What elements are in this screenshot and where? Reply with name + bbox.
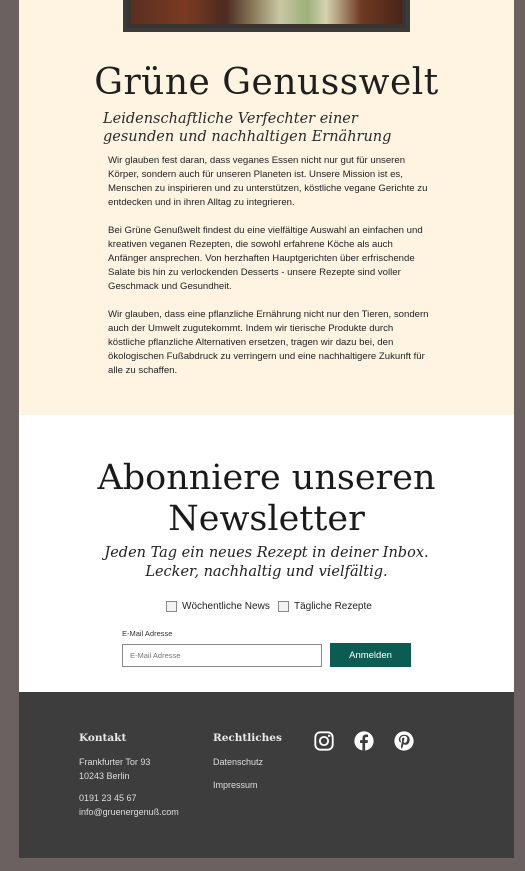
checkbox-daily-recipes-box[interactable] xyxy=(278,601,289,612)
imprint-link[interactable]: Impressum xyxy=(213,778,258,792)
checkbox-weekly-news-box[interactable] xyxy=(166,601,177,612)
about-paragraph-1: Wir glauben fest daran, dass veganes Ess… xyxy=(108,155,428,208)
checkbox-daily-recipes[interactable]: Tägliche Rezepte xyxy=(278,601,372,612)
checkbox-weekly-news[interactable]: Wöchentliche News xyxy=(166,601,270,612)
checkbox-weekly-news-label: Wöchentliche News xyxy=(182,601,270,612)
newsletter-section: Abonniere unseren Newsletter Jeden Tag e… xyxy=(19,415,514,692)
newsletter-title: Abonniere unseren Newsletter xyxy=(97,458,436,539)
pinterest-icon[interactable] xyxy=(393,730,415,752)
footer: Kontakt Frankfurter Tor 93 10243 Berlin … xyxy=(19,692,514,858)
about-title: Grüne Genusswelt xyxy=(94,62,439,103)
legal-title: Rechtliches xyxy=(213,732,282,744)
about-section: Grüne Genusswelt Leidenschaftliche Verfe… xyxy=(19,0,514,415)
page-frame: Grüne Genusswelt Leidenschaftliche Verfe… xyxy=(19,0,514,858)
phone-number: 0191 23 45 67 xyxy=(79,793,137,803)
hero-food-image xyxy=(123,0,410,32)
about-paragraph-2: Bei Grüne Genußwelt findest du eine viel… xyxy=(108,225,423,292)
subscribe-button[interactable]: Anmelden xyxy=(330,643,411,667)
about-subtitle: Leidenschaftliche Verfechter einer gesun… xyxy=(103,111,392,145)
privacy-link[interactable]: Datenschutz xyxy=(213,755,263,769)
address-line-2: 10243 Berlin xyxy=(79,771,130,781)
contact-title: Kontakt xyxy=(79,732,127,744)
instagram-icon[interactable] xyxy=(313,730,335,752)
newsletter-tagline: Jeden Tag ein neues Rezept in deiner Inb… xyxy=(104,545,429,580)
address-line-1: Frankfurter Tor 93 xyxy=(79,757,151,767)
facebook-icon[interactable] xyxy=(353,730,375,752)
email-label: E-Mail Adresse xyxy=(122,629,173,638)
contact-email-link[interactable]: info@gruenergenuß.com xyxy=(79,805,179,819)
about-paragraph-3: Wir glauben, dass eine pflanzliche Ernäh… xyxy=(108,309,429,376)
email-input[interactable] xyxy=(122,644,322,667)
checkbox-daily-recipes-label: Tägliche Rezepte xyxy=(294,601,372,612)
